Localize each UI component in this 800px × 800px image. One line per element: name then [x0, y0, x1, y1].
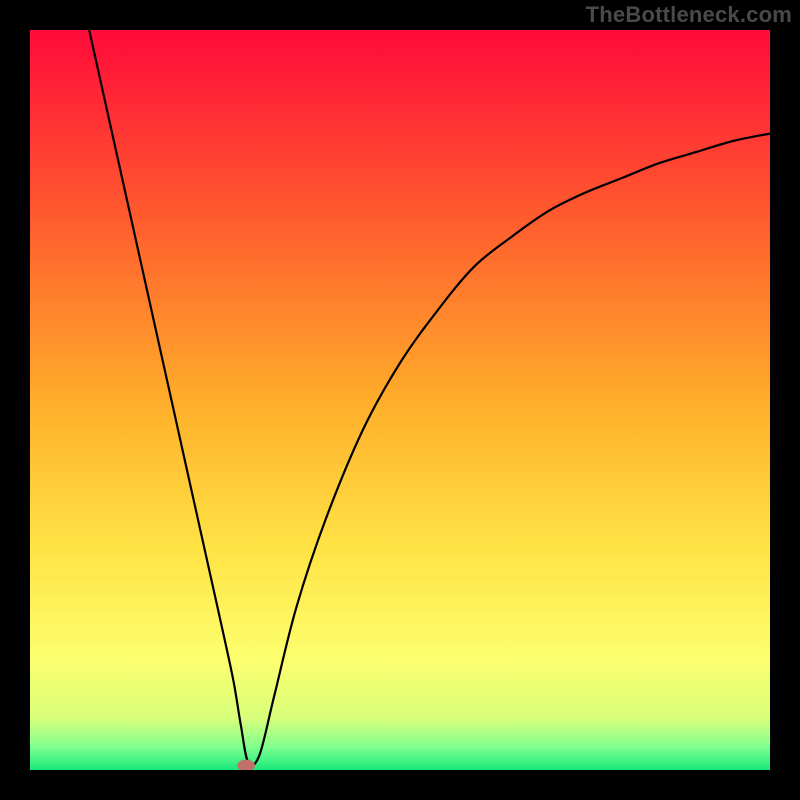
plot-area [30, 30, 770, 770]
watermark-text: TheBottleneck.com [586, 2, 792, 28]
chart-stage: TheBottleneck.com [0, 0, 800, 800]
plot-svg [30, 30, 770, 770]
gradient-background [30, 30, 770, 770]
